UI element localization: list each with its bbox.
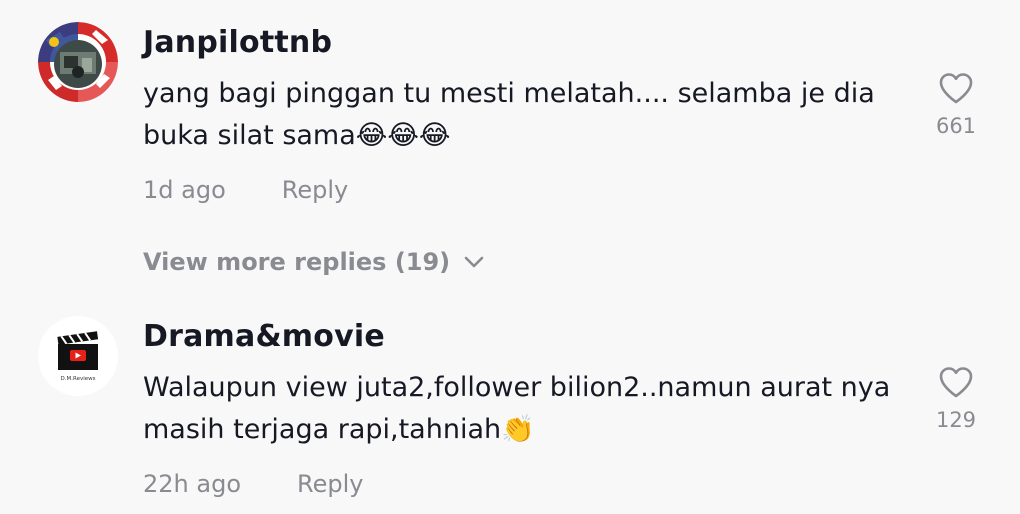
avatar-caption: D.M.Reviews <box>61 376 96 382</box>
comment-timestamp: 22h ago <box>143 470 242 498</box>
comment-timestamp: 1d ago <box>143 176 226 204</box>
avatar[interactable] <box>38 22 118 102</box>
clapperboard-logo-avatar-icon: D.M.Reviews <box>38 316 118 396</box>
like-button[interactable]: 129 <box>930 366 982 432</box>
view-more-replies-label: View more replies (19) <box>143 248 451 276</box>
flag-photo-avatar-icon <box>38 22 118 102</box>
comment-username[interactable]: Drama&movie <box>143 319 385 355</box>
like-count: 661 <box>935 114 977 138</box>
chevron-down-icon <box>464 256 484 268</box>
reply-button[interactable]: Reply <box>282 175 348 205</box>
comment-meta: 1d ago Reply <box>143 175 348 205</box>
heart-icon[interactable] <box>938 72 974 104</box>
comment-text: yang bagi pinggan tu mesti melatah.... s… <box>143 78 875 151</box>
heart-icon[interactable] <box>938 366 974 398</box>
comment-meta: 22h ago Reply <box>143 469 363 499</box>
like-button[interactable]: 661 <box>930 72 982 138</box>
avatar[interactable]: D.M.Reviews <box>38 316 118 396</box>
like-count: 129 <box>935 408 977 432</box>
view-more-replies-button[interactable]: View more replies (19) <box>143 246 484 278</box>
comment-text: Walaupun view juta2,follower bilion2..na… <box>143 372 891 445</box>
reply-button[interactable]: Reply <box>297 469 363 499</box>
comment-username[interactable]: Janpilottnb <box>143 25 332 61</box>
